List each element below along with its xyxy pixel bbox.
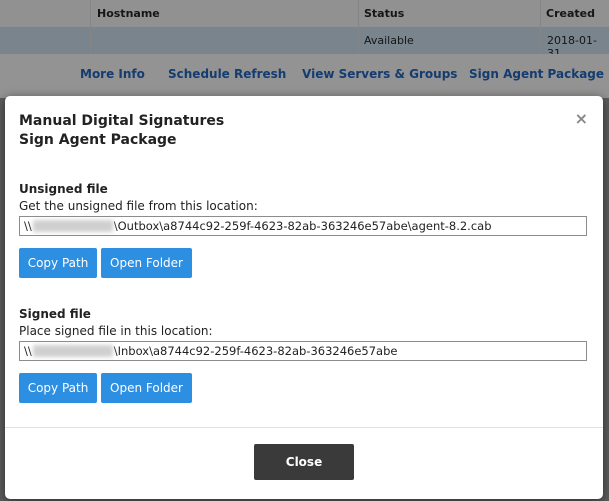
signed-file-description: Place signed file in this location: [19, 324, 213, 338]
unsigned-file-description: Get the unsigned file from this location… [19, 199, 258, 213]
dialog-title-line2: Sign Agent Package [19, 132, 177, 148]
footer-divider [5, 427, 603, 428]
copy-signed-path-button[interactable]: Copy Path [19, 373, 97, 403]
copy-unsigned-path-button[interactable]: Copy Path [19, 248, 97, 278]
dialog-title: Manual Digital Signatures Sign Agent Pac… [19, 112, 224, 150]
redacted-server-name [32, 345, 113, 357]
unsigned-path-field[interactable]: \\ \Outbox\a8744c92-259f-4623-82ab-36324… [19, 216, 587, 236]
close-icon[interactable]: × [575, 110, 588, 128]
sign-agent-package-dialog: Manual Digital Signatures Sign Agent Pac… [5, 96, 603, 499]
unsigned-path-prefix: \\ [24, 219, 32, 233]
close-button[interactable]: Close [254, 444, 354, 480]
redacted-server-name [32, 220, 113, 232]
open-unsigned-folder-button[interactable]: Open Folder [101, 248, 192, 278]
signed-path-suffix: \Inbox\a8744c92-259f-4623-82ab-363246e57… [113, 344, 398, 358]
signed-path-prefix: \\ [24, 344, 32, 358]
dialog-title-line1: Manual Digital Signatures [19, 113, 225, 129]
unsigned-file-label: Unsigned file [19, 182, 108, 196]
open-signed-folder-button[interactable]: Open Folder [101, 373, 192, 403]
signed-path-field[interactable]: \\ \Inbox\a8744c92-259f-4623-82ab-363246… [19, 341, 587, 361]
signed-file-label: Signed file [19, 307, 91, 321]
unsigned-path-suffix: \Outbox\a8744c92-259f-4623-82ab-363246e5… [113, 219, 492, 233]
